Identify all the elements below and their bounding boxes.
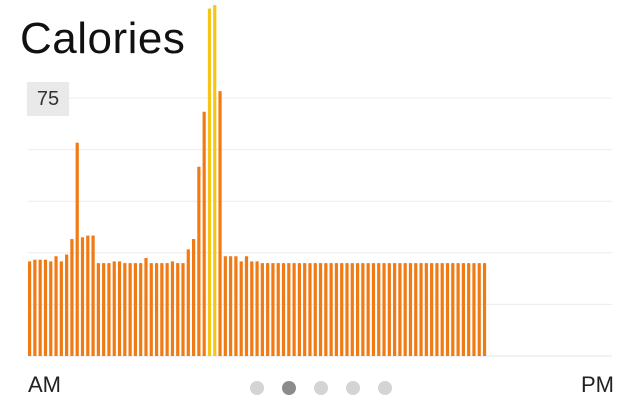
chart-bar-peak	[213, 5, 217, 357]
chart-bar-peak	[207, 8, 212, 357]
chart-bar	[255, 261, 259, 356]
chart-bar	[456, 263, 460, 356]
chart-bar	[202, 111, 206, 356]
chart-bar	[229, 256, 233, 356]
chart-bar	[387, 263, 391, 356]
chart-bar	[38, 259, 42, 356]
chart-bar	[313, 263, 317, 356]
chart-bar	[276, 263, 280, 356]
chart-bar	[91, 235, 95, 356]
chart-bar	[117, 261, 122, 356]
chart-bar	[287, 263, 291, 356]
page-dot[interactable]	[282, 381, 296, 395]
chart-bar	[144, 257, 148, 356]
chart-bar	[197, 166, 201, 356]
chart-bar	[271, 263, 275, 356]
chart-bar	[355, 263, 360, 356]
chart-bar	[260, 263, 264, 356]
page-dot[interactable]	[378, 381, 392, 395]
chart-bar	[292, 263, 296, 356]
chart-bar	[176, 263, 180, 356]
chart-bar	[191, 239, 196, 356]
chart-bar	[414, 263, 418, 356]
chart-bar	[377, 263, 381, 356]
chart-bar	[461, 263, 465, 356]
chart-bar	[334, 263, 339, 356]
chart-bar	[123, 263, 127, 356]
chart-bar	[65, 254, 69, 356]
chart-bar	[451, 263, 455, 356]
chart-bar	[128, 263, 132, 356]
page-dot[interactable]	[314, 381, 328, 395]
chart-bar	[345, 263, 349, 356]
x-axis-start-label: AM	[28, 372, 61, 397]
chart-bar	[186, 249, 190, 356]
chart-bar	[430, 263, 434, 356]
chart-bar	[70, 239, 74, 356]
chart-bar	[403, 263, 407, 356]
chart-bar	[361, 263, 365, 356]
chart-bar	[266, 263, 270, 356]
y-axis-tick-label: 75	[27, 82, 69, 116]
chart-bar	[329, 263, 333, 356]
chart-bar	[366, 263, 370, 356]
chart-bar	[234, 256, 238, 356]
chart-bar	[43, 259, 48, 356]
chart-bar	[472, 263, 476, 356]
x-axis-end-label: PM	[581, 372, 614, 397]
chart-bar	[149, 263, 153, 356]
chart-bar	[218, 91, 222, 357]
chart-bar	[308, 263, 312, 356]
calories-bar-chart	[28, 5, 612, 357]
chart-bar	[424, 263, 428, 356]
chart-bar	[165, 263, 169, 356]
chart-bar	[398, 263, 402, 356]
chart-bar	[297, 263, 301, 356]
chart-bar	[419, 263, 423, 356]
chart-bar	[170, 261, 175, 356]
chart-bar	[467, 263, 471, 356]
chart-bar	[371, 263, 376, 356]
page-dot[interactable]	[250, 381, 264, 395]
page-indicator	[250, 381, 392, 395]
chart-bar	[49, 261, 53, 356]
chart-bar	[324, 263, 328, 356]
chart-bar	[435, 263, 439, 356]
chart-bar	[54, 256, 58, 356]
chart-bar	[75, 142, 79, 356]
chart-bar	[340, 263, 344, 356]
chart-bar	[28, 261, 32, 356]
chart-bar	[239, 261, 243, 356]
chart-bar	[59, 261, 63, 356]
chart-bar	[102, 263, 106, 356]
page-dot[interactable]	[346, 381, 360, 395]
chart-bar	[80, 237, 85, 356]
chart-bar	[112, 261, 116, 356]
chart-bar	[440, 263, 444, 356]
chart-bar	[223, 256, 227, 356]
chart-bar	[281, 263, 286, 356]
chart-bar	[445, 263, 450, 356]
chart-bar	[350, 263, 354, 356]
chart-bar	[393, 263, 397, 356]
chart-bar	[139, 263, 143, 356]
chart-bar	[318, 263, 323, 356]
chart-bar	[107, 263, 111, 356]
chart-bar	[86, 235, 90, 356]
chart-bar	[160, 263, 164, 356]
chart-bar	[154, 263, 159, 356]
chart-bar	[133, 263, 137, 356]
chart-bar	[181, 263, 185, 356]
chart-bar	[244, 256, 249, 356]
chart-bar	[303, 263, 307, 356]
chart-bar	[33, 259, 37, 356]
chart-bar	[408, 263, 413, 356]
chart-bar	[477, 263, 481, 356]
chart-bar	[250, 261, 254, 356]
chart-bar	[382, 263, 386, 356]
chart-bar	[96, 263, 100, 356]
chart-bar	[482, 263, 487, 356]
